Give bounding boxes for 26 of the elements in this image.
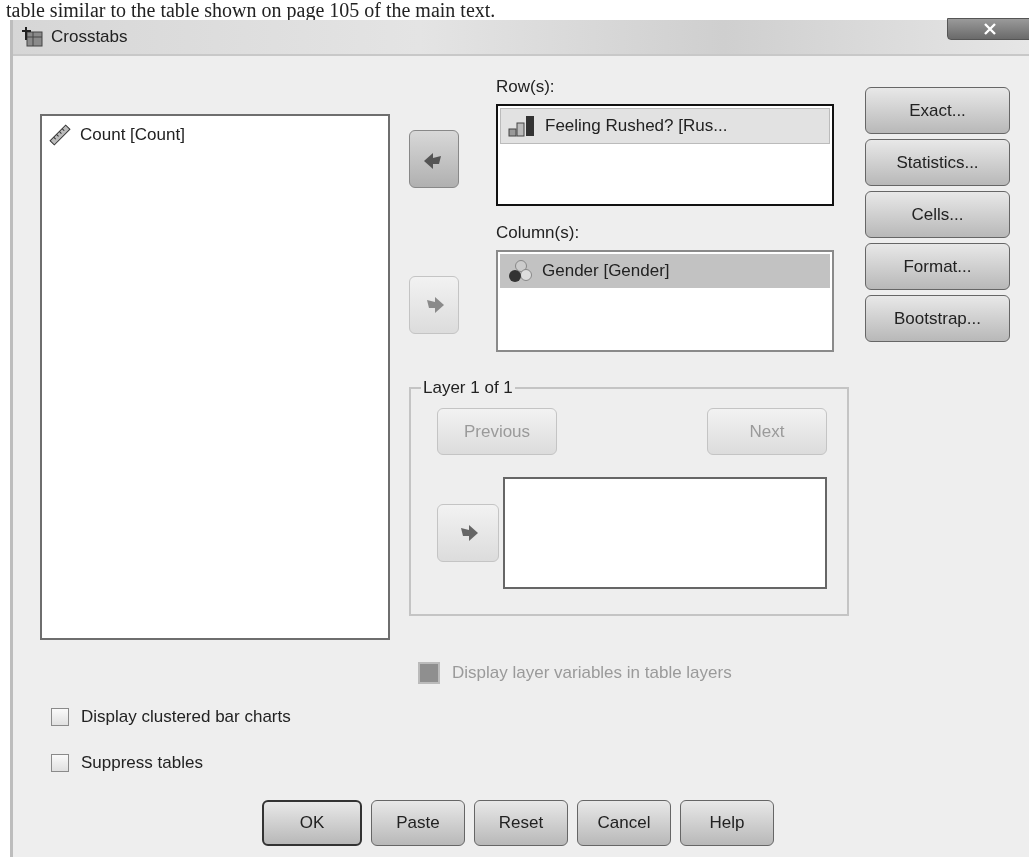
checkbox-label: Suppress tables [81,753,203,773]
list-label: Row(s): [496,76,556,98]
checkbox[interactable] [51,708,69,726]
dialog-button[interactable]: Cancel [577,800,671,846]
dialog-button[interactable]: Format... [865,243,1010,290]
close-button[interactable] [947,18,1029,40]
variable-item[interactable]: Feeling Rushed? [Rus... [500,108,830,144]
checkbox[interactable] [51,754,69,772]
dialog-button[interactable]: Cells... [865,191,1010,238]
dialog-button[interactable]: Reset [474,800,568,846]
dialog-button[interactable]: OK [262,800,362,846]
close-icon [983,23,997,35]
checkbox-label: Display layer variables in table layers [452,663,732,683]
table-icon [21,26,43,48]
group-title: Layer 1 of 1 [422,378,514,398]
window-title: Crosstabs [51,27,128,47]
dialog-button[interactable]: Bootstrap... [865,295,1010,342]
move-button[interactable] [409,130,459,188]
dialog-button[interactable]: Help [680,800,774,846]
variable-item[interactable]: Gender [Gender] [500,254,830,288]
variable-item[interactable]: Count [Count] [42,116,388,154]
list-label: Column(s): [496,222,581,244]
dialog-button[interactable]: Paste [371,800,465,846]
checkbox-label: Display clustered bar charts [81,707,291,727]
dialog-button[interactable]: Exact... [865,87,1010,134]
dialog-button[interactable]: Statistics... [865,139,1010,186]
